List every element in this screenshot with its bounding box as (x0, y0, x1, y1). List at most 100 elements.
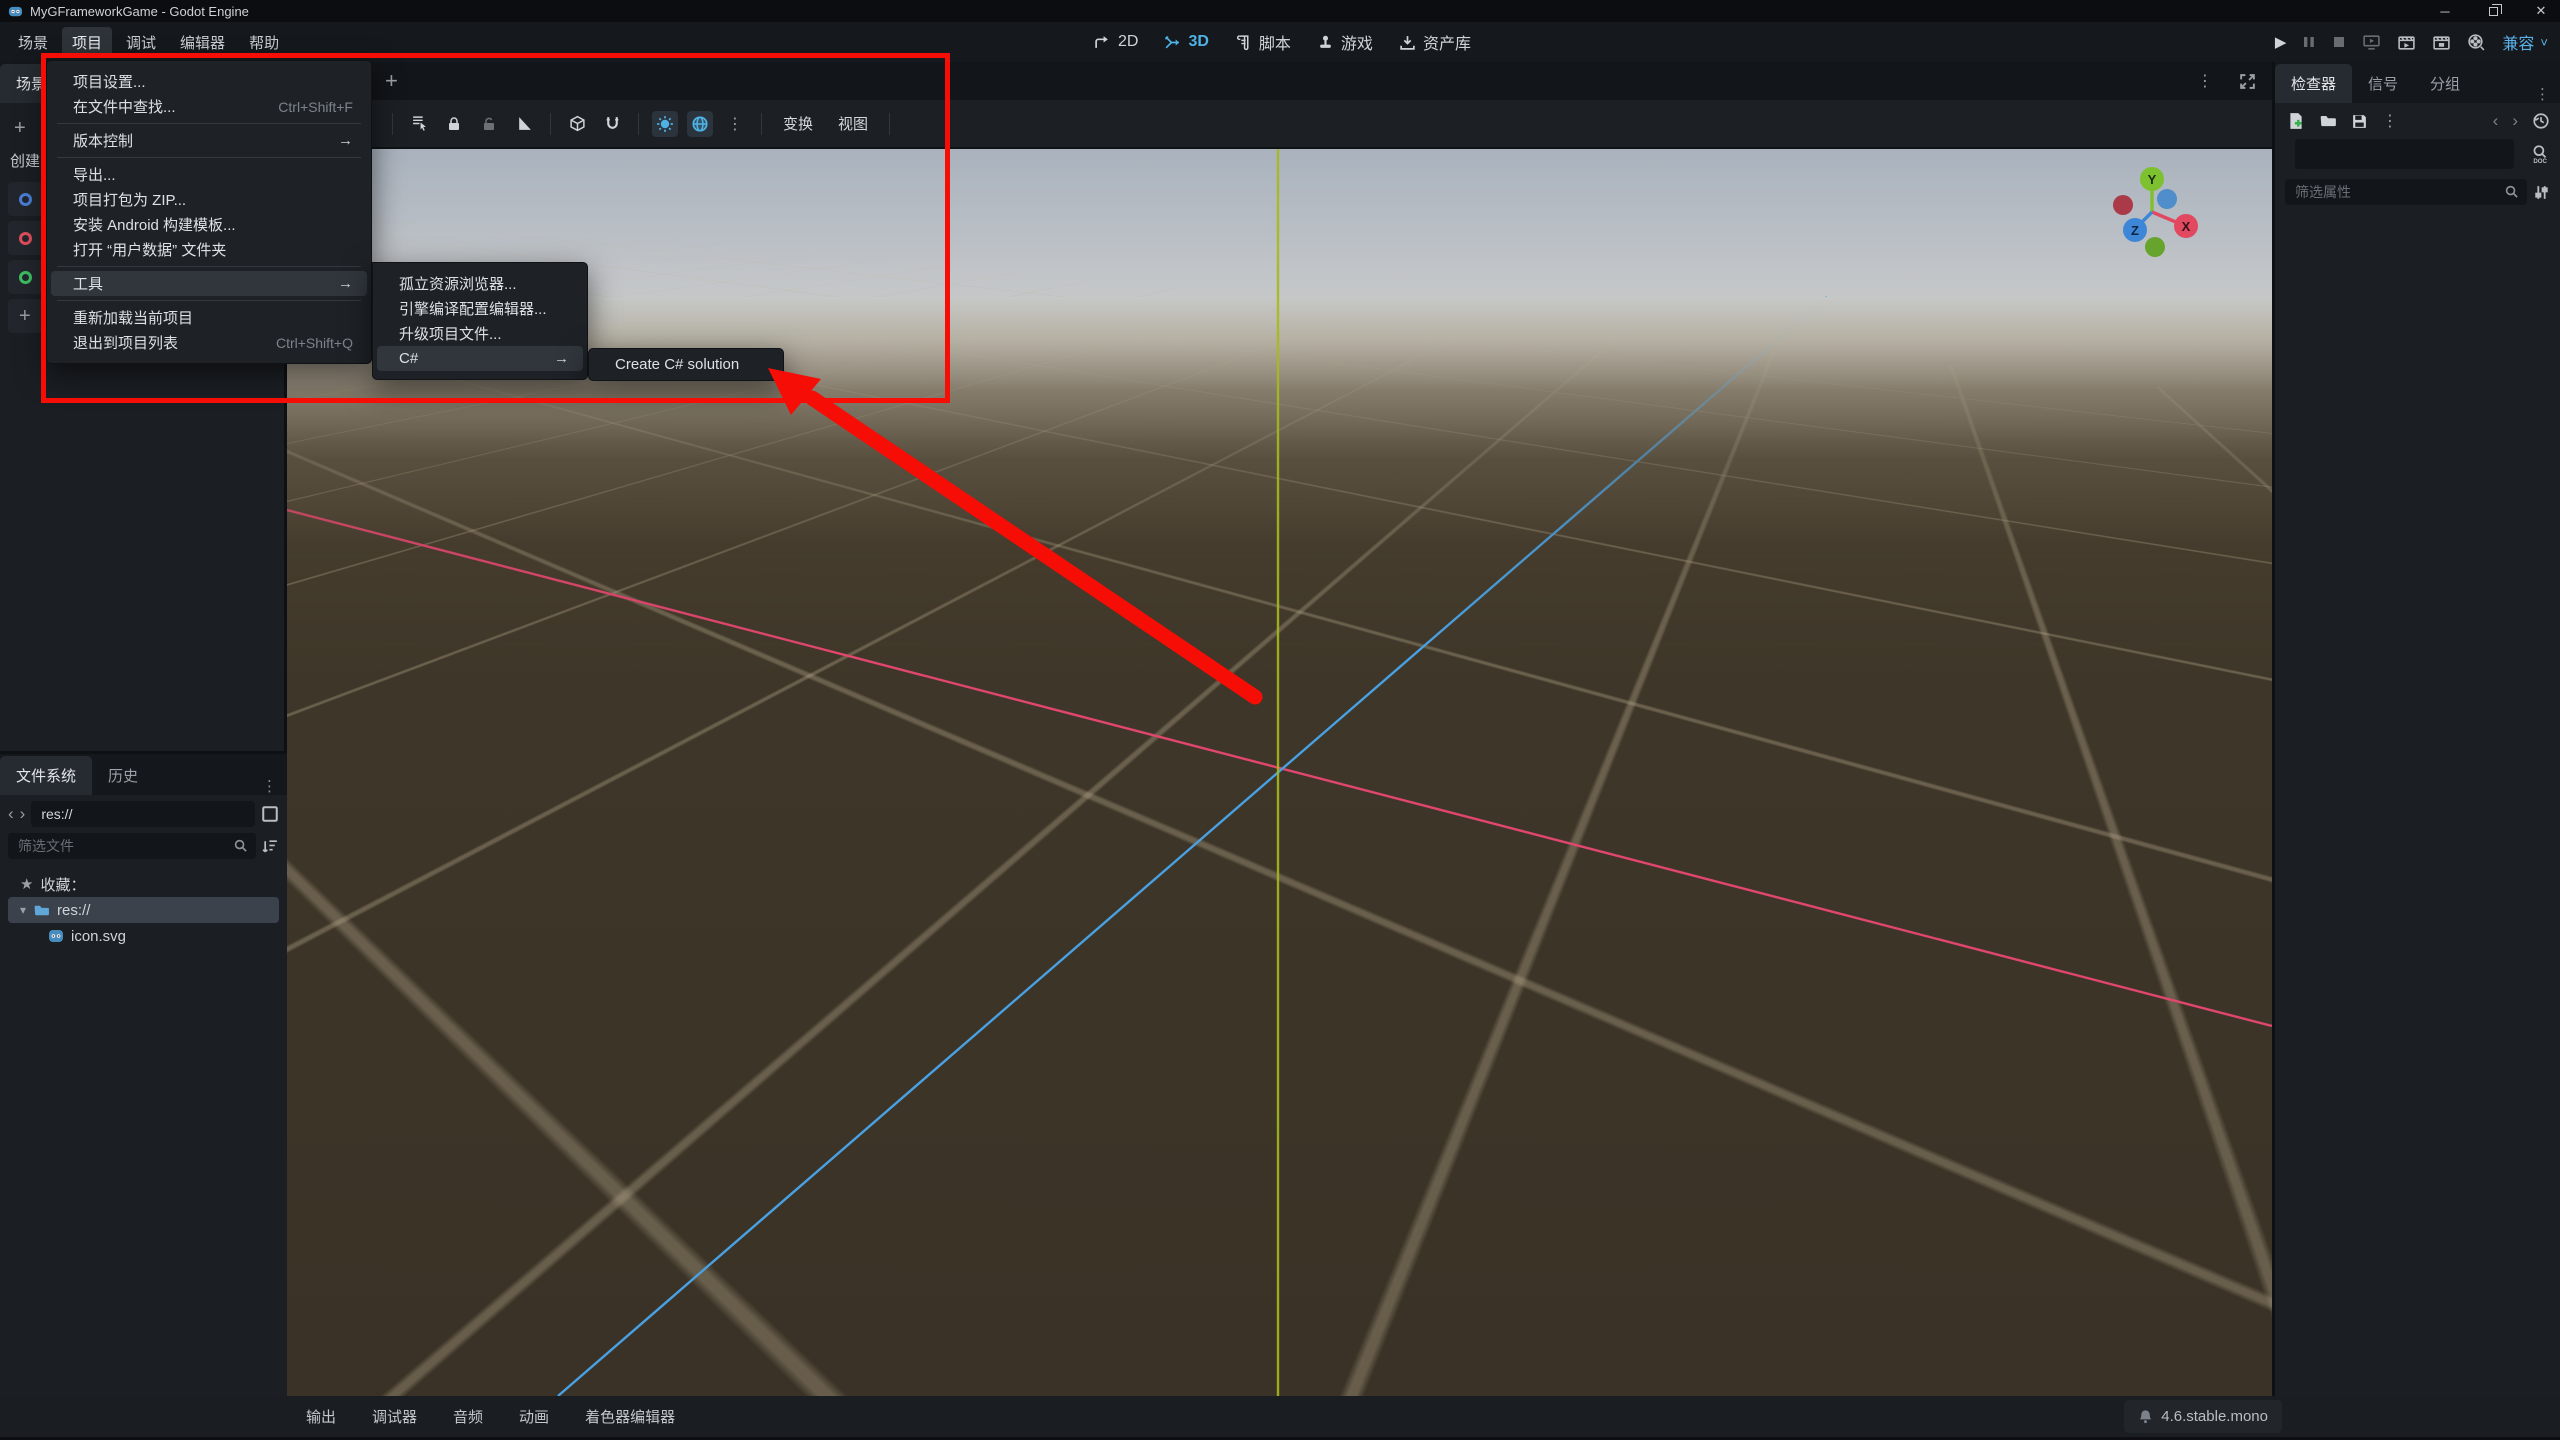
restore-button[interactable] (2484, 3, 2502, 19)
menu-item-open-user-data-folder[interactable]: 打开 “用户数据” 文件夹 (51, 237, 367, 262)
script-icon (1235, 34, 1252, 51)
menu-editor[interactable]: 编辑器 (170, 27, 235, 58)
tab-assetlib[interactable]: 资产库 (1399, 30, 1471, 54)
submenu-arrow-icon: → (338, 132, 353, 149)
tools-submenu-popup: 孤立资源浏览器... 引擎编译配置编辑器... 升级项目文件... C# → (372, 262, 588, 380)
tree-item-res-root[interactable]: ▾ res:// (8, 897, 279, 923)
bottom-tab-shader-editor[interactable]: 着色器编辑器 (571, 1400, 689, 1433)
menu-item-upgrade-project-files[interactable]: 升级项目文件... (377, 321, 583, 346)
list-select-icon[interactable] (406, 111, 432, 137)
tab-history[interactable]: 历史 (92, 756, 154, 795)
view-menu[interactable]: 视图 (830, 113, 876, 134)
menu-debug[interactable]: 调试 (116, 27, 166, 58)
ui-scene-icon (19, 270, 32, 284)
ruler-icon[interactable] (511, 111, 537, 137)
tab-2d[interactable]: 2D (1094, 33, 1138, 51)
stop-button[interactable] (2332, 35, 2346, 49)
history-forward-button[interactable]: › (2512, 111, 2518, 131)
minimize-button[interactable]: ─ (2436, 4, 2454, 19)
preview-environment-icon[interactable] (687, 110, 713, 137)
open-docs-search-icon[interactable]: DOC (2530, 144, 2550, 164)
menu-item-find-in-files[interactable]: 在文件中查找... Ctrl+Shift+F (51, 94, 367, 119)
menu-item-project-settings[interactable]: 项目设置... (51, 69, 367, 94)
chevron-expand-icon[interactable]: ▾ (20, 903, 26, 917)
bottom-tab-audio[interactable]: 音频 (439, 1400, 497, 1433)
load-resource-folder-icon[interactable] (2319, 112, 2337, 130)
menu-item-create-csharp-solution[interactable]: Create C# solution (593, 352, 779, 377)
menu-item-export[interactable]: 导出... (51, 162, 367, 187)
history-back-button[interactable]: ‹ (2493, 111, 2499, 131)
3d-workspace-icon (1164, 34, 1181, 51)
tab-signals[interactable]: 信号 (2352, 64, 2414, 103)
menu-item-engine-compilation-config[interactable]: 引擎编译配置编辑器... (377, 296, 583, 321)
sun-env-options-icon[interactable]: ⋮ (722, 111, 748, 137)
tab-inspector[interactable]: 检查器 (2275, 64, 2353, 103)
godot-file-icon (48, 928, 64, 944)
pause-button[interactable] (2302, 35, 2316, 49)
plus-icon: + (19, 304, 31, 327)
object-history-icon[interactable] (2532, 112, 2550, 130)
snap-magnet-icon[interactable] (599, 111, 625, 137)
nav-back-button[interactable]: ‹ (8, 804, 14, 824)
bottom-tab-animation[interactable]: 动画 (505, 1400, 563, 1433)
play-custom-scene-button[interactable] (2432, 33, 2451, 52)
add-scene-tab-button[interactable]: + (385, 68, 398, 94)
3d-scene-icon (19, 231, 32, 245)
version-info[interactable]: 4.6.stable.mono (2124, 1400, 2282, 1433)
tab-filesystem[interactable]: 文件系统 (0, 756, 93, 795)
bottom-tab-output[interactable]: 输出 (292, 1400, 350, 1433)
resource-options-icon[interactable]: ⋮ (2382, 111, 2398, 131)
preview-sunlight-icon[interactable] (652, 110, 678, 137)
path-bar[interactable]: res:// (31, 801, 255, 827)
save-resource-icon[interactable] (2351, 113, 2368, 130)
tab-game[interactable]: 游戏 (1317, 30, 1373, 54)
project-menu-popup: 项目设置... 在文件中查找... Ctrl+Shift+F 版本控制 → 导出..… (46, 60, 372, 364)
new-resource-icon[interactable] (2287, 112, 2305, 130)
folder-icon (33, 902, 50, 919)
sort-files-icon[interactable] (262, 838, 279, 855)
lock-icon[interactable] (441, 111, 467, 137)
expand-viewport-icon[interactable] (2239, 73, 2256, 90)
menu-item-tools[interactable]: 工具 → (51, 271, 367, 296)
dock-options-icon[interactable]: ⋮ (262, 777, 287, 795)
play-current-scene-button[interactable] (2397, 33, 2416, 52)
menu-item-reload-project[interactable]: 重新加载当前项目 (51, 305, 367, 330)
svg-text:Z: Z (2131, 223, 2139, 238)
nav-forward-button[interactable]: › (20, 804, 26, 824)
movie-maker-icon[interactable] (2467, 33, 2486, 52)
workspace-switcher: 2D 3D 脚本 游戏 资产库 (1094, 22, 1471, 62)
tab-groups[interactable]: 分组 (2414, 64, 2476, 103)
menu-item-install-android-template[interactable]: 安装 Android 构建模板... (51, 212, 367, 237)
unlock-icon[interactable] (476, 111, 502, 137)
play-button[interactable]: ▶ (2275, 33, 2287, 51)
renderer-selector[interactable]: 兼容 ˅ (2502, 30, 2548, 54)
toggle-split-mode-icon[interactable] (261, 805, 279, 823)
menu-scene[interactable]: 场景 (8, 27, 58, 58)
bottom-tab-debugger[interactable]: 调试器 (358, 1400, 431, 1433)
menu-help[interactable]: 帮助 (239, 27, 289, 58)
local-space-cube-icon[interactable] (564, 111, 590, 137)
tab-3d[interactable]: 3D (1164, 33, 1209, 51)
menu-item-version-control[interactable]: 版本控制 → (51, 128, 367, 153)
menu-item-csharp[interactable]: C# → (377, 346, 583, 371)
assetlib-download-icon (1399, 34, 1416, 51)
resource-name-field[interactable] (2295, 139, 2514, 169)
gizmo-neg-x (2113, 195, 2133, 215)
scene-tab-options-icon[interactable]: ⋮ (2197, 71, 2213, 91)
tab-script[interactable]: 脚本 (1235, 30, 1291, 54)
menu-separator (57, 266, 361, 267)
play-scene-button[interactable] (2362, 33, 2381, 52)
menu-item-pack-zip[interactable]: 项目打包为 ZIP... (51, 187, 367, 212)
property-tools-icon[interactable] (2533, 184, 2550, 201)
menu-item-quit-to-project-list[interactable]: 退出到项目列表 Ctrl+Shift+Q (51, 330, 367, 355)
view-axis-gizmo[interactable]: Y X Z (2087, 157, 2217, 262)
godot-editor-window: MyGFrameworkGame - Godot Engine ─ ✕ 场景 项… (0, 0, 2560, 1440)
menu-item-orphan-resource-explorer[interactable]: 孤立资源浏览器... (377, 271, 583, 296)
transform-menu[interactable]: 变换 (775, 113, 821, 134)
tree-item-icon-svg[interactable]: icon.svg (4, 923, 283, 949)
menu-project[interactable]: 项目 (62, 26, 113, 58)
filter-properties-input[interactable] (2285, 179, 2527, 205)
filter-files-input[interactable] (8, 833, 256, 859)
inspector-dock-options-icon[interactable]: ⋮ (2535, 85, 2560, 103)
close-button[interactable]: ✕ (2532, 3, 2550, 19)
